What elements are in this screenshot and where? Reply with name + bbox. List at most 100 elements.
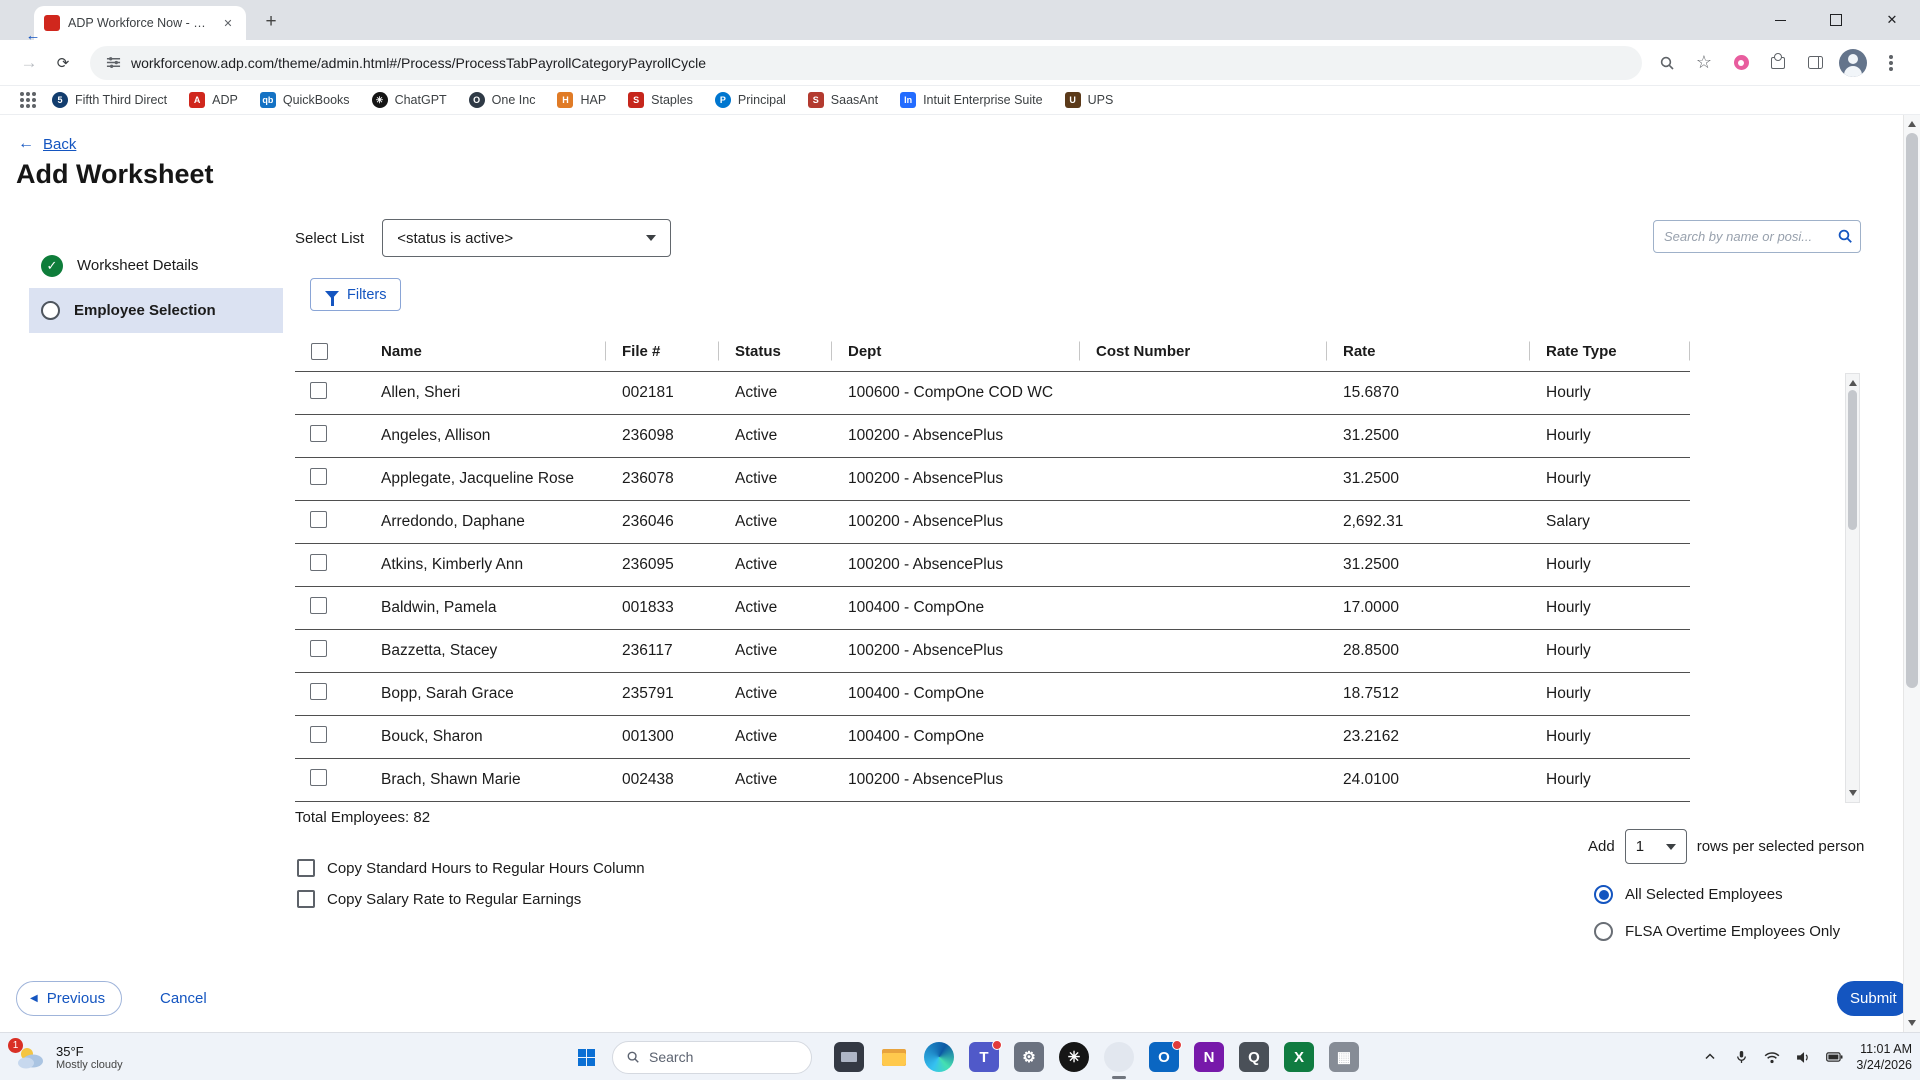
step-worksheet-details[interactable]: Worksheet Details	[29, 243, 283, 288]
scroll-down-icon[interactable]	[1846, 788, 1859, 802]
row-checkbox[interactable]	[310, 726, 327, 743]
rows-count-dropdown[interactable]: 1	[1625, 829, 1687, 864]
copy-salary-rate-checkbox[interactable]	[297, 890, 315, 908]
bookmark-item[interactable]: UUPS	[1065, 92, 1114, 108]
search-icon[interactable]	[1654, 50, 1680, 76]
scroll-up-icon[interactable]	[1846, 374, 1859, 388]
bookmark-item[interactable]: PPrincipal	[715, 92, 786, 108]
battery-icon[interactable]	[1825, 1048, 1843, 1066]
radio-icon[interactable]	[1594, 922, 1613, 941]
copy-standard-hours-checkbox[interactable]	[297, 859, 315, 877]
forward-icon[interactable]	[14, 48, 44, 78]
chrome-icon[interactable]	[1104, 1042, 1134, 1072]
filters-button[interactable]: Filters	[310, 278, 401, 311]
weather-widget[interactable]: 1 35°F Mostly cloudy	[8, 1033, 131, 1080]
extensions-puzzle-icon[interactable]	[1765, 50, 1791, 76]
taskbar-search[interactable]: Search	[612, 1041, 812, 1074]
cancel-link[interactable]: Cancel	[160, 990, 207, 1007]
row-checkbox[interactable]	[310, 511, 327, 528]
profile-avatar[interactable]	[1839, 49, 1867, 77]
select-all-checkbox[interactable]	[311, 343, 328, 360]
row-checkbox-cell	[295, 726, 365, 748]
wifi-icon[interactable]	[1763, 1048, 1781, 1066]
table-row: Angeles, Allison236098Active100200 - Abs…	[295, 415, 1690, 458]
row-checkbox[interactable]	[310, 382, 327, 399]
previous-button[interactable]: Previous	[16, 981, 122, 1016]
cell-rate: 18.7512	[1327, 685, 1530, 703]
back-link[interactable]: Back	[18, 135, 76, 153]
outlook-icon[interactable]: O	[1149, 1042, 1179, 1072]
chatgpt-icon[interactable]: ✳	[1059, 1042, 1089, 1072]
step-employee-selection[interactable]: Employee Selection	[29, 288, 283, 333]
row-checkbox[interactable]	[310, 640, 327, 657]
bookmark-item[interactable]: qbQuickBooks	[260, 92, 350, 108]
select-list-dropdown[interactable]: <status is active>	[382, 219, 671, 257]
cell-status: Active	[719, 384, 832, 402]
reload-icon[interactable]	[48, 48, 78, 78]
quickbooks-icon: qb	[260, 92, 276, 108]
browser-tab[interactable]: ADP Workforce Now - Manage	[34, 6, 246, 40]
table-scrollbar[interactable]	[1845, 373, 1860, 803]
bookmark-item[interactable]: 5Fifth Third Direct	[52, 92, 167, 108]
hidden-icons-chevron-icon[interactable]	[1701, 1048, 1719, 1066]
search-icon[interactable]	[1837, 228, 1853, 244]
side-panel-icon[interactable]	[1802, 50, 1828, 76]
bookmark-item[interactable]: OOne Inc	[469, 92, 536, 108]
file-explorer-icon[interactable]	[879, 1042, 909, 1072]
pinned-extension-icon[interactable]	[1728, 50, 1754, 76]
scroll-up-icon[interactable]	[1904, 115, 1920, 129]
submit-button[interactable]: Submit	[1837, 981, 1910, 1016]
remote-desktop-icon[interactable]	[834, 1042, 864, 1072]
row-checkbox[interactable]	[310, 597, 327, 614]
new-tab-button[interactable]	[258, 9, 284, 35]
cell-dept: 100200 - AbsencePlus	[832, 513, 1080, 531]
bookmark-item[interactable]: ✳ChatGPT	[372, 92, 447, 108]
bookmark-item[interactable]: SStaples	[628, 92, 693, 108]
scroll-down-icon[interactable]	[1904, 1018, 1920, 1032]
bookmark-item[interactable]: InIntuit Enterprise Suite	[900, 92, 1043, 108]
row-checkbox[interactable]	[310, 769, 327, 786]
row-checkbox[interactable]	[310, 554, 327, 571]
excel-icon[interactable]: X	[1284, 1042, 1314, 1072]
cell-file-number: 002438	[606, 771, 719, 789]
tab-close-icon[interactable]	[220, 15, 236, 31]
row-checkbox[interactable]	[310, 683, 327, 700]
row-checkbox-cell	[295, 468, 365, 490]
radio-icon[interactable]	[1594, 885, 1613, 904]
cell-status: Active	[719, 728, 832, 746]
settings-icon[interactable]: ⚙	[1014, 1042, 1044, 1072]
teams-icon[interactable]: T	[969, 1042, 999, 1072]
edge-icon[interactable]	[924, 1042, 954, 1072]
table-scrollbar-thumb[interactable]	[1848, 390, 1857, 530]
volume-icon[interactable]	[1794, 1048, 1812, 1066]
cell-file-number: 236117	[606, 642, 719, 660]
onenote-icon[interactable]: N	[1194, 1042, 1224, 1072]
page-scrollbar[interactable]	[1903, 115, 1920, 1032]
bookmark-star-icon[interactable]	[1691, 50, 1717, 76]
back-icon[interactable]	[18, 20, 48, 50]
page-scrollbar-thumb[interactable]	[1906, 133, 1918, 688]
row-checkbox[interactable]	[310, 468, 327, 485]
maximize-button[interactable]	[1808, 0, 1864, 40]
bookmark-item[interactable]: HHAP	[557, 92, 606, 108]
calculator-icon[interactable]: ▦	[1329, 1042, 1359, 1072]
scope-all-selected[interactable]: All Selected Employees	[1594, 885, 1783, 904]
bookmark-item[interactable]: AADP	[189, 92, 238, 108]
start-button[interactable]	[568, 1039, 604, 1075]
row-checkbox[interactable]	[310, 425, 327, 442]
tray-date: 3/24/2026	[1856, 1057, 1912, 1073]
scope-flsa-only[interactable]: FLSA Overtime Employees Only	[1594, 922, 1840, 941]
cell-rate-type: Hourly	[1530, 771, 1690, 789]
url-bar[interactable]: workforcenow.adp.com/theme/admin.html#/P…	[90, 46, 1642, 80]
copy-salary-rate-option[interactable]: Copy Salary Rate to Regular Earnings	[297, 890, 581, 908]
quickbooks-icon[interactable]: Q	[1239, 1042, 1269, 1072]
apps-grid-icon[interactable]	[20, 98, 24, 102]
browser-menu-icon[interactable]	[1878, 50, 1904, 76]
microphone-icon[interactable]	[1732, 1048, 1750, 1066]
close-button[interactable]	[1864, 0, 1920, 40]
bookmark-item[interactable]: SSaasAnt	[808, 92, 878, 108]
search-input[interactable]	[1653, 220, 1861, 253]
copy-standard-hours-option[interactable]: Copy Standard Hours to Regular Hours Col…	[297, 859, 645, 877]
clock[interactable]: 11:01 AM 3/24/2026	[1856, 1041, 1912, 1074]
minimize-button[interactable]	[1752, 0, 1808, 40]
